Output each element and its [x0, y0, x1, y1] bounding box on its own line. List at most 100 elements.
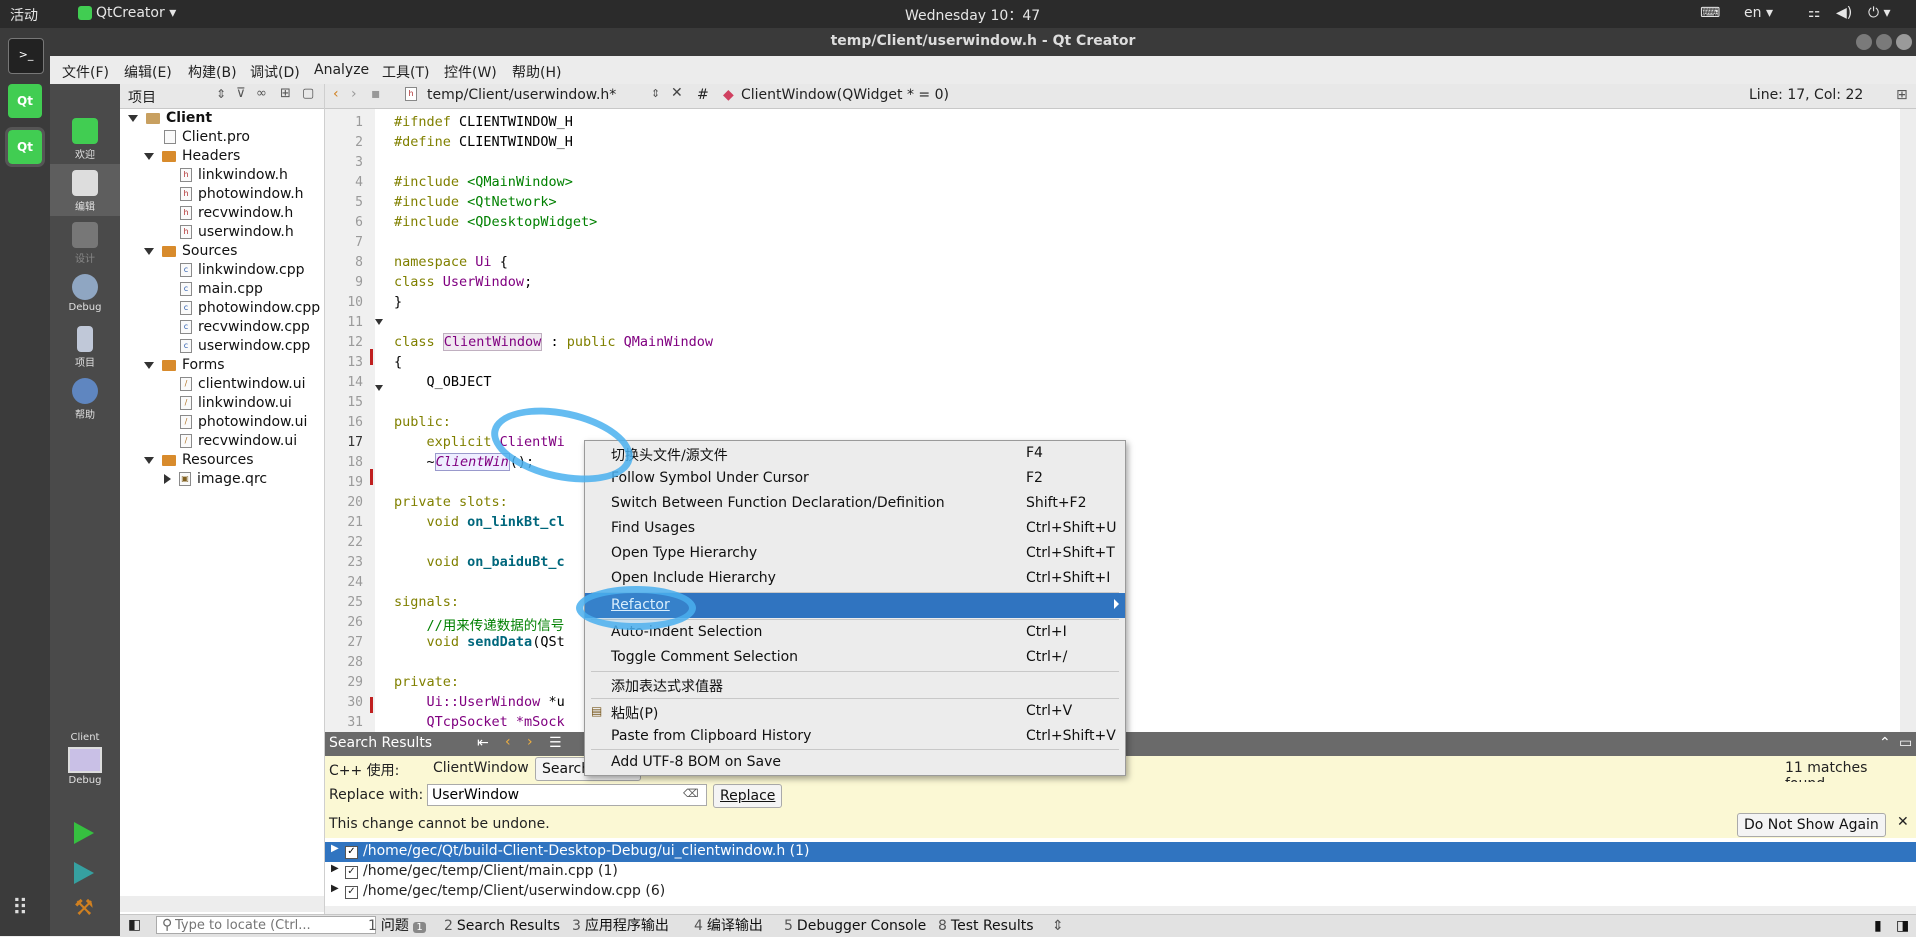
- mode-help[interactable]: 帮助: [50, 372, 120, 424]
- sort-arrows-icon[interactable]: ⇕: [216, 87, 226, 101]
- menu-item-add-expression-evaluator[interactable]: 添加表达式求值器: [585, 672, 1125, 697]
- filter-icon[interactable]: ⊽: [236, 86, 246, 101]
- menu-item-switch-decl-def[interactable]: Switch Between Function Declaration/Defi…: [585, 491, 1125, 516]
- toggle-sidebar-icon[interactable]: ◧: [128, 917, 141, 933]
- kit-selector[interactable]: Client Debug: [50, 730, 120, 802]
- close-document-icon[interactable]: ✕: [671, 85, 683, 101]
- split-editor-icon[interactable]: ⊞: [1896, 87, 1908, 103]
- show-applications-icon[interactable]: ⠿: [12, 896, 28, 921]
- power-icon[interactable]: ⏻ ▾: [1868, 5, 1891, 21]
- qt-icon[interactable]: Qt: [8, 84, 42, 118]
- tab-debugger-console[interactable]: 5 Debugger Console: [784, 917, 926, 935]
- replace-input[interactable]: [427, 784, 707, 806]
- menu-help[interactable]: 帮助(H): [512, 62, 561, 82]
- fold-icon[interactable]: [375, 319, 383, 325]
- app-menu[interactable]: QtCreator ▾: [78, 5, 176, 21]
- close-pane-icon[interactable]: ▢: [302, 86, 314, 101]
- maximize-pane-icon[interactable]: ⌃: [1879, 735, 1891, 751]
- close-pane-icon[interactable]: ▭: [1899, 735, 1912, 751]
- progress-toggle-icon[interactable]: ▮: [1874, 917, 1882, 935]
- result-row[interactable]: ▶ ✓ /home/gec/temp/Client/main.cpp (1): [325, 862, 1916, 882]
- tree-item-form[interactable]: / linkwindow.ui: [180, 395, 292, 411]
- tree-folder-resources[interactable]: Resources: [144, 452, 254, 468]
- tab-application-output[interactable]: 3 应用程序输出: [572, 917, 669, 935]
- volume-icon[interactable]: ◀): [1836, 5, 1852, 21]
- tree-item-form[interactable]: / recvwindow.ui: [180, 433, 297, 449]
- expand-collapse-icon[interactable]: ⇤: [477, 735, 489, 751]
- menu-edit[interactable]: 编辑(E): [124, 62, 172, 82]
- tree-item-header[interactable]: h userwindow.h: [180, 224, 294, 240]
- qt-creator-icon[interactable]: Qt: [5, 127, 45, 167]
- mode-edit[interactable]: 编辑: [50, 164, 120, 216]
- tree-item-header[interactable]: h linkwindow.h: [180, 167, 288, 183]
- menu-file[interactable]: 文件(F): [62, 62, 109, 82]
- open-document-select[interactable]: temp/Client/userwindow.h*: [427, 87, 616, 103]
- result-checkbox[interactable]: ✓: [345, 866, 358, 879]
- tree-item-source[interactable]: c recvwindow.cpp: [180, 319, 310, 335]
- result-row[interactable]: ▶ ✓ /home/gec/Qt/build-Client-Desktop-De…: [325, 842, 1916, 862]
- menu-item-follow-symbol[interactable]: Follow Symbol Under Cursor F2: [585, 466, 1125, 491]
- tree-item-form[interactable]: / photowindow.ui: [180, 414, 307, 430]
- activities-button[interactable]: 活动: [10, 5, 38, 25]
- close-warning-icon[interactable]: ✕: [1897, 814, 1909, 830]
- tab-compile-output[interactable]: 4 编译输出: [694, 917, 763, 935]
- mode-projects[interactable]: 项目: [50, 320, 120, 372]
- mode-debug[interactable]: Debug: [50, 268, 120, 320]
- build-hammer-icon[interactable]: ⚒: [74, 896, 94, 921]
- expand-icon[interactable]: ▶: [331, 883, 339, 894]
- cursor-position[interactable]: Line: 17, Col: 22: [1749, 87, 1863, 103]
- result-checkbox[interactable]: ✓: [345, 846, 358, 859]
- replace-button[interactable]: Replace: [713, 784, 783, 808]
- fold-icon[interactable]: [375, 385, 383, 391]
- terminal-icon[interactable]: >_: [8, 38, 44, 74]
- link-icon[interactable]: ∞: [256, 86, 267, 101]
- tab-test-results[interactable]: 8 Test Results: [938, 917, 1034, 935]
- language-indicator[interactable]: en ▾: [1744, 5, 1773, 21]
- minimize-button[interactable]: [1856, 34, 1872, 50]
- menu-build[interactable]: 构建(B): [188, 62, 237, 82]
- forward-icon[interactable]: ›: [351, 86, 357, 102]
- tree-item-source[interactable]: c photowindow.cpp: [180, 300, 320, 316]
- mode-welcome[interactable]: 欢迎: [50, 112, 120, 164]
- debug-run-icon[interactable]: [74, 862, 94, 884]
- back-icon[interactable]: ‹: [333, 86, 339, 102]
- symbol-select[interactable]: ClientWindow(QWidget * = 0): [741, 87, 949, 103]
- menu-controls[interactable]: 控件(W): [444, 62, 497, 82]
- tree-item-source[interactable]: c userwindow.cpp: [180, 338, 310, 354]
- tree-item-header[interactable]: h recvwindow.h: [180, 205, 293, 221]
- result-row[interactable]: ▶ ✓ /home/gec/temp/Client/userwindow.cpp…: [325, 882, 1916, 902]
- tab-issues[interactable]: 1 问题 1: [368, 917, 426, 935]
- menu-item-type-hierarchy[interactable]: Open Type Hierarchy Ctrl+Shift+T: [585, 541, 1125, 566]
- menu-item-switch-header-source[interactable]: 切换头文件/源文件 F4: [585, 441, 1125, 466]
- tree-root[interactable]: Client: [128, 110, 212, 126]
- keyboard-icon[interactable]: ⌨: [1700, 5, 1720, 21]
- menu-item-paste[interactable]: ▤ 粘贴(P) Ctrl+V: [585, 699, 1125, 724]
- expand-icon[interactable]: ▶: [331, 863, 339, 874]
- expand-icon[interactable]: ▶: [331, 843, 339, 854]
- menu-item-paste-history[interactable]: Paste from Clipboard History Ctrl+Shift+V: [585, 724, 1125, 749]
- horizontal-scrollbar[interactable]: [120, 896, 324, 912]
- prev-result-icon[interactable]: ‹: [505, 734, 511, 750]
- menu-item-add-utf8-bom[interactable]: Add UTF-8 BOM on Save: [585, 750, 1125, 775]
- menu-analyze[interactable]: Analyze: [314, 62, 369, 78]
- menu-tools[interactable]: 工具(T): [382, 62, 429, 82]
- tree-item-header[interactable]: h photowindow.h: [180, 186, 304, 202]
- split-icon[interactable]: ⊞: [280, 86, 291, 101]
- clock[interactable]: Wednesday 10：47: [905, 5, 1040, 25]
- tree-item-source[interactable]: c linkwindow.cpp: [180, 262, 305, 278]
- do-not-show-again-button[interactable]: Do Not Show Again: [1737, 813, 1886, 837]
- project-view-select[interactable]: 项目: [128, 87, 156, 107]
- lock-icon[interactable]: ▪: [371, 86, 381, 102]
- list-view-icon[interactable]: ☰: [549, 735, 562, 751]
- mode-design[interactable]: 设计: [50, 216, 120, 268]
- menu-debug[interactable]: 调试(D): [250, 62, 300, 82]
- tab-search-results[interactable]: 2 Search Results: [444, 917, 560, 935]
- tree-item-resource[interactable]: ▣ image.qrc: [164, 471, 267, 487]
- menu-item-toggle-comment[interactable]: Toggle Comment Selection Ctrl+/: [585, 645, 1125, 670]
- tree-folder-sources[interactable]: Sources: [144, 243, 237, 259]
- menu-item-include-hierarchy[interactable]: Open Include Hierarchy Ctrl+Shift+I: [585, 566, 1125, 591]
- more-tabs-icon[interactable]: ⇕: [1052, 917, 1064, 935]
- clear-input-icon[interactable]: ⌫: [683, 787, 699, 800]
- tree-item-pro[interactable]: Client.pro: [164, 129, 250, 145]
- tree-item-form[interactable]: / clientwindow.ui: [180, 376, 306, 392]
